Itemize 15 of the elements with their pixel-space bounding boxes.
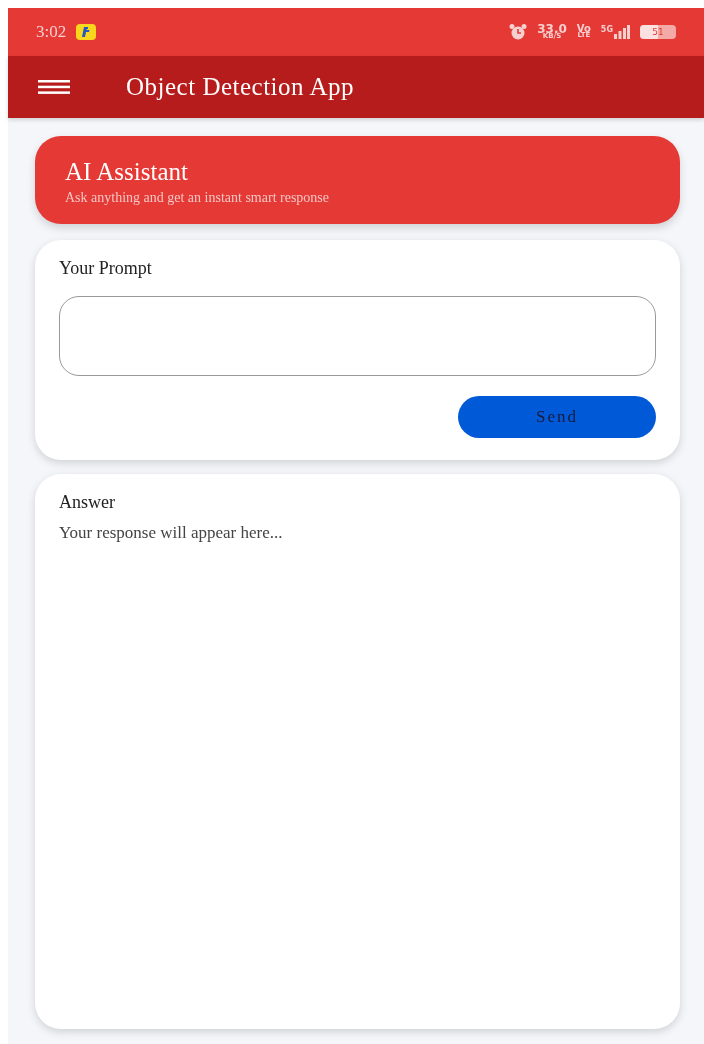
clock-time: 3:02 <box>36 22 67 42</box>
menu-button[interactable] <box>38 80 70 94</box>
prompt-input-field[interactable] <box>59 296 656 376</box>
battery-icon: 51 <box>640 25 676 39</box>
prompt-label: Your Prompt <box>59 258 153 279</box>
header-title: AI Assistant <box>65 158 189 186</box>
network-type: 5G <box>600 25 613 34</box>
send-button[interactable]: Send <box>458 396 656 438</box>
app-title: Object Detection App <box>126 73 354 101</box>
answer-text: Your response will appear here... <box>59 523 284 543</box>
alarm-icon <box>509 23 528 41</box>
signal-icon <box>614 25 630 39</box>
header-subtitle: Ask anything and get an instant smart response <box>65 190 330 206</box>
answer-label: Answer <box>59 492 116 513</box>
app-notification-icon <box>76 24 97 40</box>
